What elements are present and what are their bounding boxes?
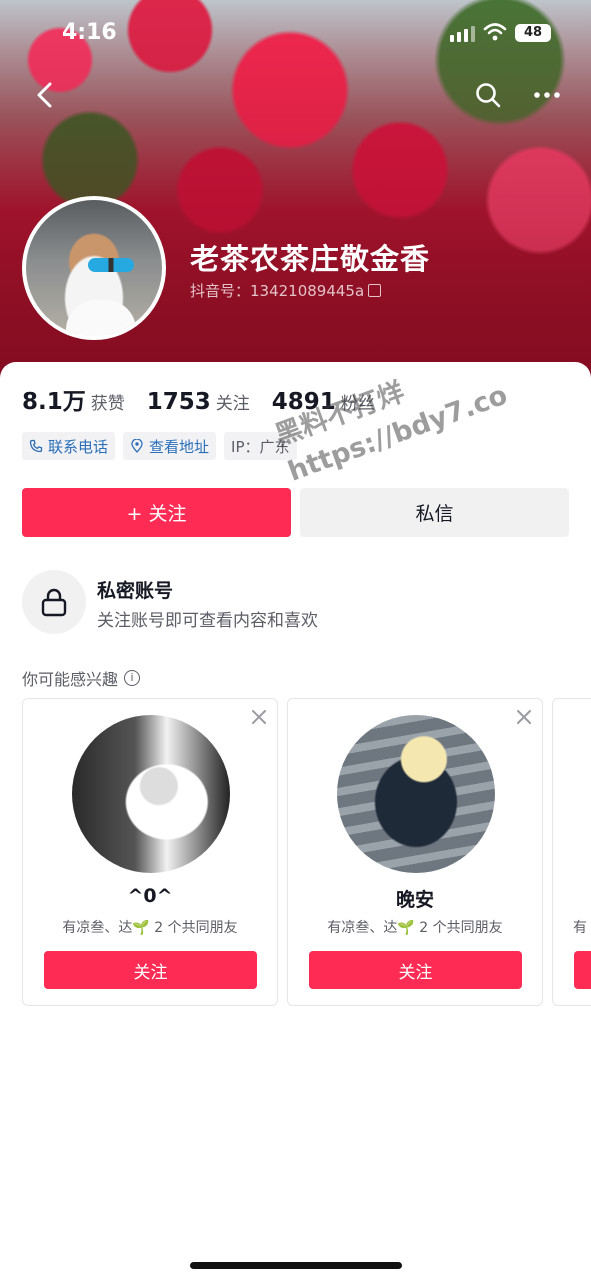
private-description: 关注账号即可查看内容和喜欢 — [97, 611, 318, 631]
wifi-icon — [483, 23, 507, 41]
suggestion-card[interactable]: ^0^ 有凉叁、达🌱 2 个共同朋友 关注 — [22, 698, 278, 1006]
profile-panel: 8.1万 获赞 1753 关注 4891 粉丝 联系电话 查看地址 IP：广东 — [0, 362, 591, 1280]
avatar[interactable] — [22, 196, 166, 340]
suggestion-follow-button[interactable]: 关注 — [309, 951, 522, 989]
follow-button[interactable]: + 关注 — [22, 488, 291, 537]
douyin-id[interactable]: 抖音号：13421089445a — [190, 280, 382, 301]
contact-phone-label: 联系电话 — [48, 437, 109, 456]
copy-icon[interactable] — [368, 284, 382, 297]
home-indicator[interactable] — [190, 1262, 402, 1269]
suggestions-title: 你可能感兴趣 — [22, 670, 119, 689]
status-bar: 4:16 48 — [0, 0, 591, 64]
suggestion-card[interactable]: 晚安 有凉叁、达🌱 2 个共同朋友 关注 — [287, 698, 543, 1006]
stat-likes: 8.1万 获赞 — [22, 382, 125, 416]
message-button[interactable]: 私信 — [300, 488, 569, 537]
private-title: 私密账号 — [97, 580, 174, 602]
contact-phone-tag[interactable]: 联系电话 — [22, 432, 116, 460]
status-time: 4:16 — [62, 20, 117, 45]
suggestion-name: ^0^ — [127, 885, 173, 907]
stat-value: 1753 — [146, 389, 211, 415]
stat-label: 关注 — [215, 394, 250, 414]
suggestion-avatar[interactable] — [72, 715, 230, 873]
suggestion-card[interactable]: 有 — [552, 698, 591, 1006]
stat-following[interactable]: 1753 关注 — [147, 389, 250, 415]
more-icon[interactable] — [533, 81, 561, 109]
lock-icon — [41, 588, 67, 617]
close-icon[interactable] — [516, 709, 532, 725]
lock-badge — [22, 570, 86, 634]
top-nav — [0, 75, 591, 115]
view-address-label: 查看地址 — [149, 437, 210, 456]
suggestion-follow-button[interactable]: 关注 — [44, 951, 257, 989]
battery-indicator: 48 — [515, 24, 551, 42]
close-icon[interactable] — [251, 709, 267, 725]
phone-icon — [29, 439, 43, 453]
stat-value: 8.1万 — [22, 389, 86, 415]
action-buttons: + 关注 私信 — [22, 488, 569, 537]
view-address-tag[interactable]: 查看地址 — [123, 432, 217, 460]
suggestion-cards: ^0^ 有凉叁、达🌱 2 个共同朋友 关注 晚安 有凉叁、达🌱 2 个共同朋友 … — [22, 698, 591, 1006]
profile-nickname: 老茶农茶庄敬金香 — [190, 242, 431, 276]
profile-tags: 联系电话 查看地址 IP：广东 — [22, 432, 297, 460]
stat-label: 获赞 — [90, 394, 125, 414]
douyin-id-text: 抖音号：13421089445a — [190, 282, 365, 300]
suggestion-mutual-friends: 有凉叁、达🌱 2 个共同朋友 — [327, 920, 503, 936]
suggestion-avatar[interactable] — [337, 715, 495, 873]
suggestions-heading: 你可能感兴趣 i — [22, 666, 141, 690]
suggestion-mutual-friends: 有凉叁、达🌱 2 个共同朋友 — [62, 920, 238, 936]
info-icon[interactable]: i — [124, 670, 141, 686]
back-arrow-icon[interactable] — [30, 79, 62, 111]
private-account-notice: 私密账号 关注账号即可查看内容和喜欢 — [22, 570, 569, 636]
signal-icon — [450, 26, 475, 42]
suggestion-name: 晚安 — [395, 889, 434, 911]
suggestion-follow-button[interactable] — [574, 951, 591, 989]
location-pin-icon — [131, 439, 143, 453]
search-icon[interactable] — [474, 81, 502, 109]
suggestion-mutual-friends: 有 — [573, 920, 587, 936]
